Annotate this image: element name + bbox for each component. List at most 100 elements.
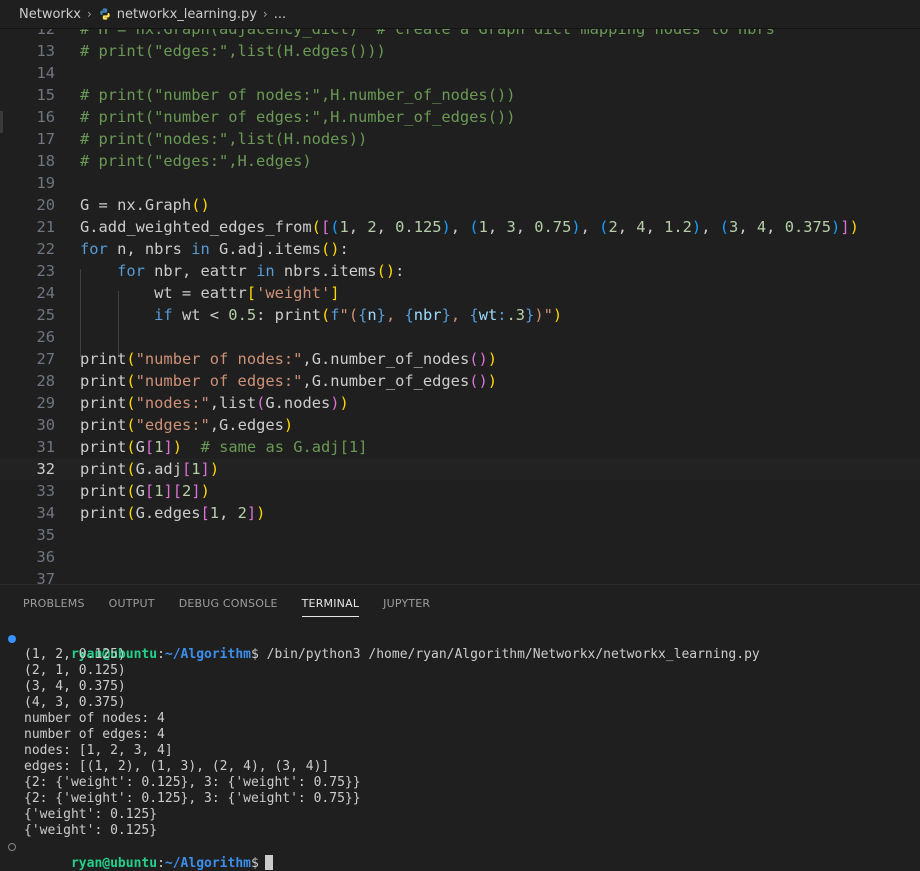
bottom-panel: PROBLEMS OUTPUT DEBUG CONSOLE TERMINAL JUPYT… [0,584,920,871]
line-number: 33 [36,482,55,500]
line-number: 34 [36,504,55,522]
line-number: 16 [36,108,55,126]
breadcrumb-ellipsis[interactable]: ... [274,7,286,22]
terminal-output-line: {2: {'weight': 0.125}, 3: {'weight': 0.7… [24,775,361,790]
terminal-output-line: {2: {'weight': 0.125}, 3: {'weight': 0.7… [24,791,361,806]
line-number: 28 [36,372,55,390]
line-number: 18 [36,152,55,170]
code-line[interactable]: 26 [0,326,920,348]
line-number: 22 [36,240,55,258]
code-line[interactable]: 30 print("edges:",G.edges) [0,414,920,436]
code-text: # print("number of nodes:",H.number_of_n… [80,86,516,104]
breadcrumb: Networkx › networkx_learning.py › ... [0,0,920,28]
code-line[interactable]: 20 G = nx.Graph() [0,194,920,216]
line-number: 32 [36,460,55,478]
code-text: for n, nbrs in G.adj.items(): [80,240,349,258]
chevron-right-icon: › [262,7,268,21]
code-line[interactable]: 35 [0,524,920,546]
code-text: G = nx.Graph() [80,196,210,214]
code-text: print("number of nodes:",G.number_of_nod… [80,350,498,368]
line-number: 26 [36,328,55,346]
command-success-dot-icon[interactable] [8,635,16,643]
line-number: 24 [36,284,55,302]
code-line[interactable]: 21 G.add_weighted_edges_from([(1, 2, 0.12… [0,216,920,238]
prompt-path: ~/Algorithm [164,856,251,871]
code-text: # print("edges:",list(H.edges())) [80,42,386,60]
code-text: print(G.edges[1, 2]) [80,504,266,522]
panel-tabs: PROBLEMS OUTPUT DEBUG CONSOLE TERMINAL JUPYT… [0,585,454,623]
code-line[interactable]: 37 [0,568,920,584]
code-line[interactable]: 34 print(G.edges[1, 2]) [0,502,920,524]
code-line[interactable]: 14 [0,62,920,84]
terminal-output-line: nodes: [1, 2, 3, 4] [24,743,173,758]
code-line[interactable]: 13 # print("edges:",list(H.edges())) [0,40,920,62]
terminal-output: (1, 2, 0.125) (2, 1, 0.125) (3, 4, 0.375)(… [0,647,920,839]
code-text: wt = eattr['weight'] [80,284,340,302]
terminal-output-line: (4, 3, 0.375) [24,695,126,710]
code-line[interactable]: 23 for nbr, eattr in nbrs.items(): [0,260,920,282]
terminal-output-line: {'weight': 0.125} [24,807,158,822]
code-line[interactable]: 25 if wt < 0.5: print(f"({n}, {nbr}, {wt… [0,304,920,326]
code-line[interactable]: 18 # print("edges:",H.edges) [0,150,920,172]
line-number: 35 [36,526,55,544]
command-pending-dot-icon[interactable] [8,843,16,851]
tab-jupyter[interactable]: JUPYTER [383,585,430,623]
code-line[interactable]: 16 # print("number of edges:",H.number_of… [0,106,920,128]
code-text: print(G.adj[1]) [80,460,220,478]
line-number: 21 [36,218,55,236]
code-line[interactable]: 22 for n, nbrs in G.adj.items(): [0,238,920,260]
line-number: 25 [36,306,55,324]
code-line[interactable]: 27 print("number of nodes:",G.number_of_n… [0,348,920,370]
code-text: # print("edges:",H.edges) [80,152,312,170]
breadcrumb-file[interactable]: networkx_learning.py [117,7,257,22]
tab-terminal[interactable]: TERMINAL [301,585,360,623]
code-text: print("nodes:",list(G.nodes)) [80,394,349,412]
breadcrumb-folder[interactable]: Networkx [19,7,81,22]
terminal[interactable]: ryan@ubuntu:~/Algorithm$ /bin/python3 /h… [0,631,920,871]
line-number: 36 [36,548,55,566]
code-line[interactable]: 32 print(G.adj[1]) [0,458,920,480]
terminal-output-line: number of edges: 4 [24,727,165,742]
code-text: print("number of edges:",G.number_of_edg… [80,372,498,390]
code-line[interactable]: 33 print(G[1][2]) [0,480,920,502]
code-line[interactable]: 28 print("number of edges:",G.number_of_e… [0,370,920,392]
line-number: 37 [36,570,55,584]
code-text: # print("nodes:",list(H.nodes)) [80,130,368,148]
code-text: G.add_weighted_edges_from([(1, 2, 0.125)… [80,218,859,236]
code-text: print(G[1][2]) [80,482,210,500]
terminal-output-line: (1, 2, 0.125) [24,647,126,662]
terminal-output-line: (3, 4, 0.375) [24,679,126,694]
line-number: 13 [36,42,55,60]
code-text: if wt < 0.5: print(f"({n}, {nbr}, {wt:.3… [154,306,563,324]
terminal-output-line: {'weight': 0.125} [24,823,158,838]
line-number: 14 [36,64,55,82]
code-line[interactable]: 19 [0,172,920,194]
terminal-output-line: edges: [(1, 2), (1, 3), (2, 4), (3, 4)] [24,759,330,774]
line-number: 23 [36,262,55,280]
code-line[interactable]: 29 print("nodes:",list(G.nodes)) [0,392,920,414]
code-line[interactable]: 15 # print("number of nodes:",H.number_of… [0,84,920,106]
terminal-command-line: ryan@ubuntu:~/Algorithm$ /bin/python3 /h… [0,631,920,662]
line-number: 19 [36,174,55,192]
tab-problems[interactable]: PROBLEMS [23,585,85,623]
line-number: 20 [36,196,55,214]
code-editor[interactable]: 12 # H = nx.Graph(adjacency_dict) # creat… [0,18,920,584]
terminal-output-line: number of nodes: 4 [24,711,165,726]
tab-debug-console[interactable]: DEBUG CONSOLE [179,585,278,623]
code-text: for nbr, eattr in nbrs.items(): [117,262,405,280]
code-text: # print("number of edges:",H.number_of_e… [80,108,516,126]
terminal-prompt-line: ryan@ubuntu:~/Algorithm$ [0,839,920,871]
terminal-cursor [264,855,273,870]
code-line[interactable]: 17 # print("nodes:",list(H.nodes)) [0,128,920,150]
prompt-suffix: $ [250,856,259,871]
chevron-right-icon: › [86,7,92,21]
code-line[interactable]: 36 [0,546,920,568]
code-line[interactable]: 24 wt = eattr['weight'] [0,282,920,304]
line-number: 29 [36,394,55,412]
code-text: print("edges:",G.edges) [80,416,294,434]
code-text: print(G[1]) # same as G.adj[1] [80,438,368,456]
code-line[interactable]: 31 print(G[1]) # same as G.adj[1] [0,436,920,458]
line-number: 30 [36,416,55,434]
tab-output[interactable]: OUTPUT [109,585,155,623]
line-number: 31 [36,438,55,456]
